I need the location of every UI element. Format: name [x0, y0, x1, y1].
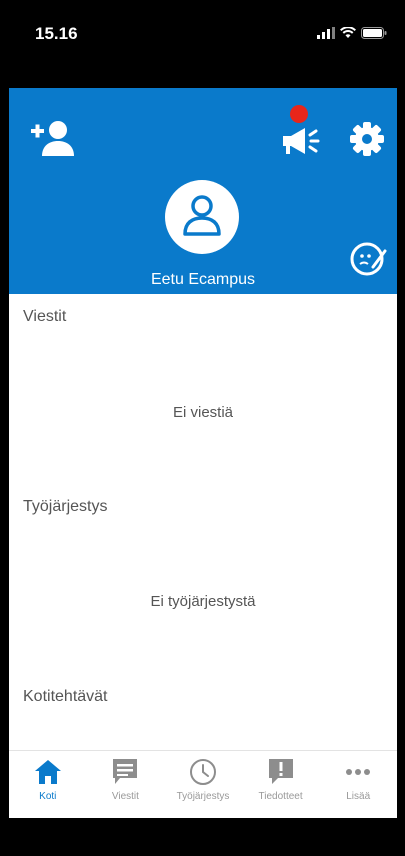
- tab-schedule-label: Työjärjestys: [176, 791, 230, 802]
- status-time: 15.16: [35, 24, 78, 43]
- add-user-button[interactable]: [27, 120, 77, 160]
- tab-more-label: Lisää: [346, 791, 371, 802]
- settings-button[interactable]: [347, 121, 387, 161]
- tab-home[interactable]: Koti: [9, 751, 87, 818]
- wifi-icon: [340, 26, 356, 44]
- notification-dot: [290, 104, 308, 123]
- battery-icon: [361, 26, 387, 44]
- schedule-section-title: Työjärjestys: [23, 498, 108, 515]
- home-icon: [33, 757, 63, 787]
- add-user-icon: [29, 120, 75, 161]
- tab-schedule[interactable]: Työjärjestys: [164, 751, 242, 818]
- megaphone-icon: [277, 102, 327, 167]
- tab-messages-label: Viestit: [111, 791, 139, 802]
- signal-icon: [317, 26, 335, 44]
- tab-announcements[interactable]: Tiedotteet: [242, 751, 320, 818]
- tab-bar: Koti Viestit Työjärjestys Tiedotteet Lis…: [9, 750, 397, 818]
- home-content: Viestit Ei viestiä Työjärjestys Ei työjä…: [9, 294, 397, 750]
- tab-more[interactable]: Lisää: [319, 751, 397, 818]
- announcement-icon: [266, 757, 296, 787]
- tab-messages[interactable]: Viestit: [87, 751, 165, 818]
- more-icon: [343, 757, 373, 787]
- homework-section-title: Kotitehtävät: [23, 688, 108, 705]
- tab-home-label: Koti: [39, 791, 57, 802]
- clock-icon: [188, 757, 218, 787]
- schedule-empty-text: Ei työjärjestystä: [150, 593, 256, 610]
- messages-empty-text: Ei viestiä: [172, 404, 234, 421]
- announcements-button[interactable]: [277, 104, 327, 164]
- tab-announcements-label: Tiedotteet: [258, 791, 303, 802]
- profile-header: Eetu Ecampus: [9, 88, 397, 294]
- gear-icon: [349, 121, 385, 162]
- message-icon: [110, 757, 140, 787]
- status-bar: 15.16: [0, 0, 405, 88]
- status-icons: [317, 26, 387, 44]
- user-icon: [180, 193, 224, 242]
- user-name: Eetu Ecampus: [150, 271, 256, 288]
- avatar[interactable]: [165, 180, 239, 254]
- messages-section-title: Viestit: [23, 308, 67, 325]
- bottom-bar: [0, 818, 405, 856]
